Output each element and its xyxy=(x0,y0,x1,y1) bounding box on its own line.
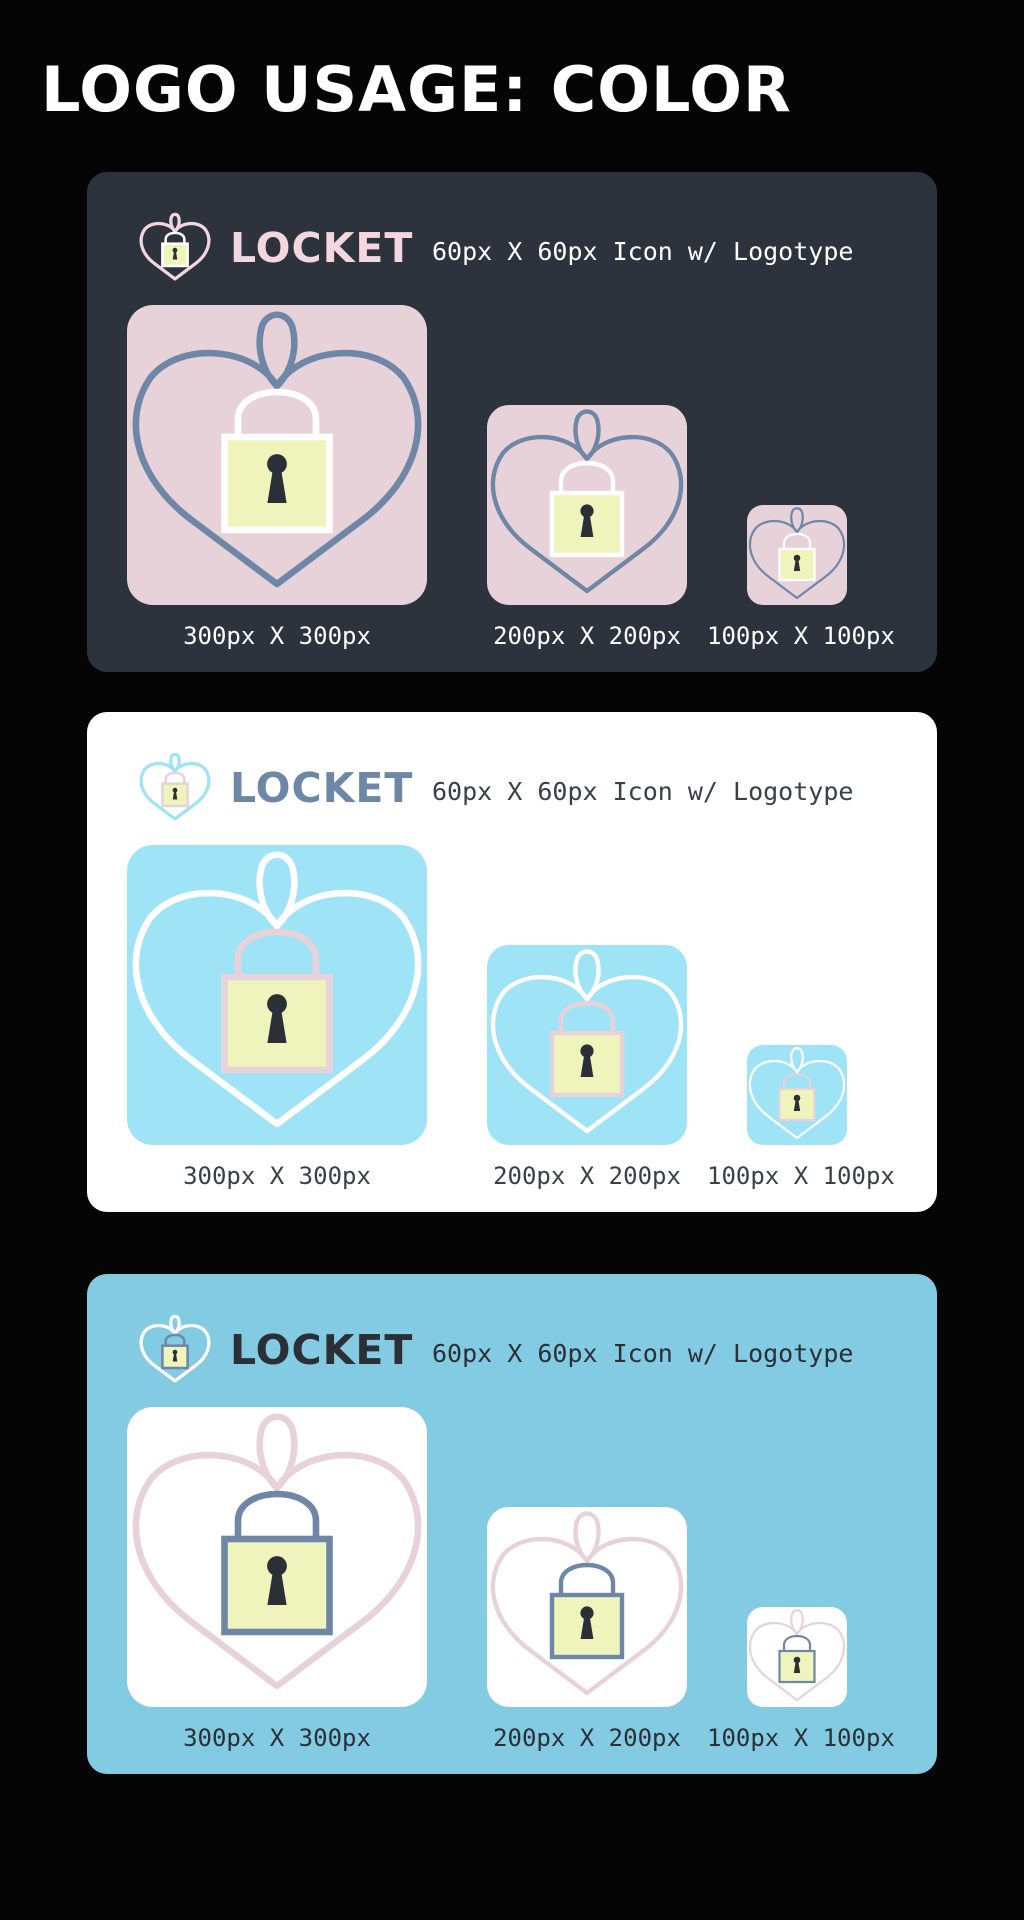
locket-heart-icon xyxy=(139,752,211,824)
logo-tile-100 xyxy=(747,1607,847,1707)
logotype: LOCKET xyxy=(230,224,414,272)
icon-logotype-caption: 60px X 60px Icon w/ Logotype xyxy=(432,1339,854,1368)
logo-tile-200 xyxy=(487,945,687,1145)
logo-tile-200 xyxy=(487,405,687,605)
page-title: LOGO USAGE: COLOR xyxy=(41,53,792,126)
icon-logotype-caption: 60px X 60px Icon w/ Logotype xyxy=(432,237,854,266)
logotype: LOCKET xyxy=(230,764,414,812)
size-label-200: 200px X 200px xyxy=(493,1724,681,1752)
logo-tile-100 xyxy=(747,1045,847,1145)
size-label-300: 300px X 300px xyxy=(183,1724,371,1752)
icon-logotype-caption: 60px X 60px Icon w/ Logotype xyxy=(432,777,854,806)
logotype: LOCKET xyxy=(230,1326,414,1374)
size-label-200: 200px X 200px xyxy=(493,622,681,650)
logo-tile-300 xyxy=(127,1407,427,1707)
logo-panel-blue: LOCKET 60px X 60px Icon w/ Logotype 300p… xyxy=(87,1274,937,1774)
logo-panel-white: LOCKET 60px X 60px Icon w/ Logotype 300p… xyxy=(87,712,937,1212)
size-label-200: 200px X 200px xyxy=(493,1162,681,1190)
logo-tile-300 xyxy=(127,305,427,605)
logo-tile-100 xyxy=(747,505,847,605)
logo-panel-dark: LOCKET 60px X 60px Icon w/ Logotype 300p… xyxy=(87,172,937,672)
locket-heart-icon xyxy=(139,1314,211,1386)
locket-heart-icon xyxy=(139,212,211,284)
logo-tile-300 xyxy=(127,845,427,1145)
size-label-100: 100px X 100px xyxy=(707,622,895,650)
size-label-300: 300px X 300px xyxy=(183,1162,371,1190)
size-label-100: 100px X 100px xyxy=(707,1162,895,1190)
size-label-100: 100px X 100px xyxy=(707,1724,895,1752)
logo-tile-200 xyxy=(487,1507,687,1707)
size-label-300: 300px X 300px xyxy=(183,622,371,650)
